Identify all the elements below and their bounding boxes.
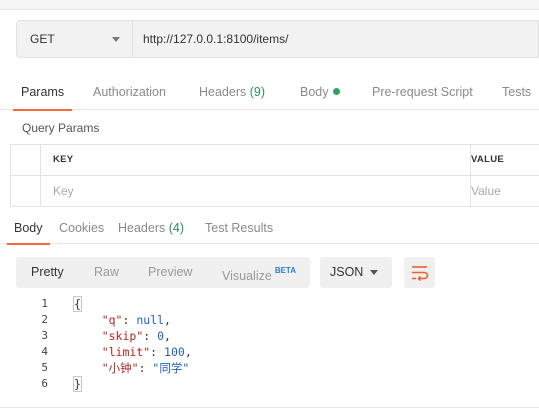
- tab-pre-request-label: Pre-request Script: [372, 85, 473, 99]
- top-strip: [0, 0, 539, 10]
- tab-test-results-label: Test Results: [205, 221, 274, 235]
- tab-response-headers-label: Headers: [118, 221, 166, 235]
- json-value: 0: [157, 329, 165, 343]
- format-group: Pretty Raw Preview Visualize BETA: [16, 257, 310, 288]
- json-key: "小钟": [101, 361, 139, 375]
- method-select[interactable]: GET: [16, 20, 133, 58]
- wrap-lines-button[interactable]: [404, 257, 435, 288]
- response-tabs: Body Cookies Headers (4) Test Results: [0, 215, 539, 245]
- visualize-button[interactable]: Visualize BETA: [222, 257, 296, 288]
- method-label: GET: [30, 32, 55, 46]
- key-input[interactable]: Key: [41, 176, 471, 206]
- line-content: "q": null,: [101, 313, 171, 327]
- chevron-down-icon: [370, 270, 378, 275]
- wrap-lines-icon: [412, 266, 429, 282]
- json-key: "skip": [101, 329, 144, 343]
- visualize-label: Visualize: [222, 269, 272, 284]
- pretty-label: Pretty: [31, 265, 64, 279]
- code-line: 3 "skip": 0,: [0, 328, 539, 344]
- line-number: 5: [41, 361, 48, 374]
- url-text: http://127.0.0.1:8100/items/: [143, 32, 289, 46]
- code-line: 4 "limit": 100,: [0, 344, 539, 360]
- code-line: 5 "小钟": "同学": [0, 360, 539, 376]
- dot-icon: [332, 88, 340, 95]
- raw-button[interactable]: Raw: [94, 257, 119, 288]
- raw-label: Raw: [94, 265, 120, 279]
- response-headers-count: (4): [168, 221, 185, 235]
- tab-tests[interactable]: Tests: [502, 78, 531, 110]
- tab-params[interactable]: Params: [12, 78, 73, 111]
- line-number: 6: [41, 377, 48, 390]
- query-params-title: Query Params: [22, 121, 100, 135]
- response-code[interactable]: 1 { 2 "q": null, 3 "skip": 0, 4 "limit":…: [0, 296, 539, 392]
- line-number: 2: [41, 313, 48, 326]
- preview-label: Preview: [148, 265, 193, 279]
- request-tabs: Params Authorization Headers (9) Body Pr…: [0, 78, 539, 111]
- tab-headers[interactable]: Headers (9): [199, 78, 265, 110]
- request-bar: GET http://127.0.0.1:8100/items/: [16, 20, 539, 58]
- tab-test-results[interactable]: Test Results: [205, 215, 273, 244]
- divider: [0, 407, 539, 408]
- line-content: "skip": 0,: [101, 329, 171, 343]
- code-line: 2 "q": null,: [0, 312, 539, 328]
- json-value: null: [136, 313, 165, 327]
- json-key: "limit": [101, 345, 151, 359]
- tab-tests-label: Tests: [502, 85, 532, 99]
- json-value: "同学": [152, 361, 190, 375]
- tab-params-label: Params: [21, 85, 65, 99]
- checkbox-column-header: [10, 145, 41, 175]
- json-key: "q": [101, 313, 123, 327]
- tab-headers-label: Headers: [199, 85, 247, 99]
- json-open-brace: {: [73, 296, 82, 312]
- tab-cookies-label: Cookies: [59, 221, 105, 235]
- code-line: 6 }: [0, 376, 539, 392]
- code-line: 1 {: [0, 296, 539, 312]
- tab-pre-request-script[interactable]: Pre-request Script: [372, 78, 473, 110]
- line-content: "小钟": "同学": [101, 361, 190, 375]
- line-number: 1: [41, 297, 48, 310]
- json-value: 100: [164, 345, 185, 359]
- table-header-row: KEY VALUE: [10, 145, 539, 176]
- value-input[interactable]: Value: [471, 176, 539, 206]
- postman-window: GET http://127.0.0.1:8100/items/ Params …: [0, 0, 539, 411]
- url-input[interactable]: http://127.0.0.1:8100/items/: [133, 20, 539, 58]
- chevron-down-icon: [112, 37, 120, 42]
- beta-badge: BETA: [274, 266, 296, 275]
- tab-cookies[interactable]: Cookies: [59, 215, 104, 244]
- tab-authorization-label: Authorization: [93, 85, 166, 99]
- column-header-key: KEY: [41, 145, 471, 175]
- tab-body[interactable]: Body: [300, 78, 340, 110]
- column-header-value: VALUE: [471, 154, 504, 165]
- pretty-button[interactable]: Pretty: [31, 257, 64, 288]
- line-content: }: [73, 376, 82, 392]
- line-content: "limit": 100,: [101, 345, 192, 359]
- line-number: 3: [41, 329, 48, 342]
- params-table: KEY VALUE Key Value: [10, 144, 539, 207]
- preview-button[interactable]: Preview: [148, 257, 192, 288]
- line-number: 4: [41, 345, 48, 358]
- line-content: {: [73, 296, 82, 312]
- row-checkbox-cell: [10, 176, 41, 206]
- table-row: Key Value: [10, 176, 539, 207]
- tab-body-label: Body: [300, 85, 329, 99]
- tab-response-body[interactable]: Body: [7, 215, 49, 245]
- tab-response-body-label: Body: [14, 221, 43, 235]
- headers-count: (9): [249, 85, 266, 99]
- language-label: JSON: [330, 265, 364, 279]
- language-select[interactable]: JSON: [320, 257, 392, 288]
- tab-authorization[interactable]: Authorization: [93, 78, 166, 110]
- json-close-brace: }: [73, 376, 82, 392]
- tab-response-headers[interactable]: Headers (4): [118, 215, 184, 244]
